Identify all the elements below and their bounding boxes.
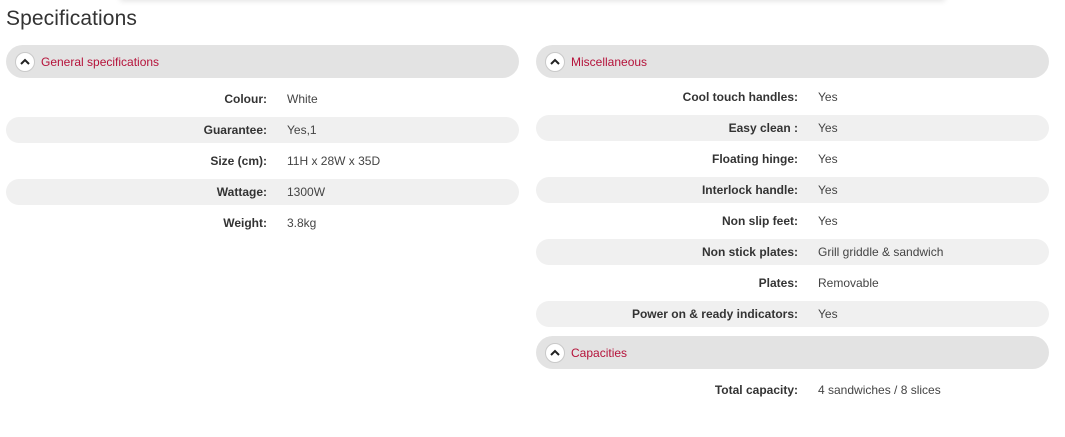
spec-label: Non stick plates: [701,245,798,259]
section-title: General specifications [41,54,160,69]
spec-value: Yes [818,121,838,135]
spec-row: Total capacity: 4 sandwiches / 8 slices [536,377,1049,403]
spec-value: Yes,1 [287,123,317,137]
spec-value: Grill griddle & sandwich [818,245,944,259]
spec-label: Colour: [224,92,267,106]
spec-value: White [287,92,318,106]
spec-row: Plates: Removable [536,270,1049,296]
spec-label: Weight: [223,216,267,230]
spec-label: Size (cm): [210,154,267,168]
spec-row: Colour: White [6,86,519,112]
spec-value: Yes [818,90,838,104]
chevron-up-icon[interactable] [545,342,565,363]
spec-value: 11H x 28W x 35D [287,154,381,168]
spec-label: Guarantee: [203,123,267,137]
section-header-miscellaneous[interactable]: Miscellaneous [536,45,1049,78]
spec-value: Yes [818,214,838,228]
spec-value: Removable [818,276,879,290]
section-title: Miscellaneous [571,54,648,69]
spec-label: Cool touch handles: [682,90,798,104]
spec-row: Easy clean : Yes [536,115,1049,141]
spec-list-capacities: Total capacity: 4 sandwiches / 8 slices [536,377,1049,403]
spec-label: Power on & ready indicators: [631,307,798,321]
spec-row: Non slip feet: Yes [536,208,1049,234]
spec-label: Interlock handle: [701,183,798,197]
spec-value: Yes [818,152,838,166]
section-header-general-specifications[interactable]: General specifications [6,45,519,78]
section-header-capacities[interactable]: Capacities [536,336,1049,369]
spec-list-miscellaneous: Cool touch handles: Yes Easy clean : Yes… [536,84,1049,327]
spec-row: Non stick plates: Grill griddle & sandwi… [536,239,1049,265]
spec-value: Yes [818,307,838,321]
chevron-up-icon[interactable] [545,51,565,72]
section-title: Capacities [571,345,628,360]
spec-row: Interlock handle: Yes [536,177,1049,203]
spec-row: Guarantee: Yes,1 [6,117,519,143]
spec-label: Non slip feet: [721,214,798,228]
spec-value: Yes [818,183,838,197]
spec-row: Power on & ready indicators: Yes [536,301,1049,327]
spec-label: Easy clean : [728,121,798,135]
page-title: Specifications [6,7,137,30]
spec-row: Weight: 3.8kg [6,210,519,236]
specs-right-column: Miscellaneous Cool touch handles: Yes Ea… [536,45,1049,408]
spec-row: Floating hinge: Yes [536,146,1049,172]
spec-label: Plates: [758,276,798,290]
spec-value: 4 sandwiches / 8 slices [818,383,941,397]
spec-list-general: Colour: White Guarantee: Yes,1 Size (cm)… [6,86,519,236]
chevron-up-icon[interactable] [15,51,35,72]
spec-value: 1300W [287,185,326,199]
spec-label: Total capacity: [714,383,798,397]
spec-row: Size (cm): 11H x 28W x 35D [6,148,519,174]
spec-row: Wattage: 1300W [6,179,519,205]
spec-label: Floating hinge: [712,152,798,166]
spec-label: Wattage: [216,185,267,199]
specs-left-column: General specifications Colour: White Gua… [6,45,519,241]
spec-value: 3.8kg [287,216,317,230]
spec-row: Cool touch handles: Yes [536,84,1049,110]
